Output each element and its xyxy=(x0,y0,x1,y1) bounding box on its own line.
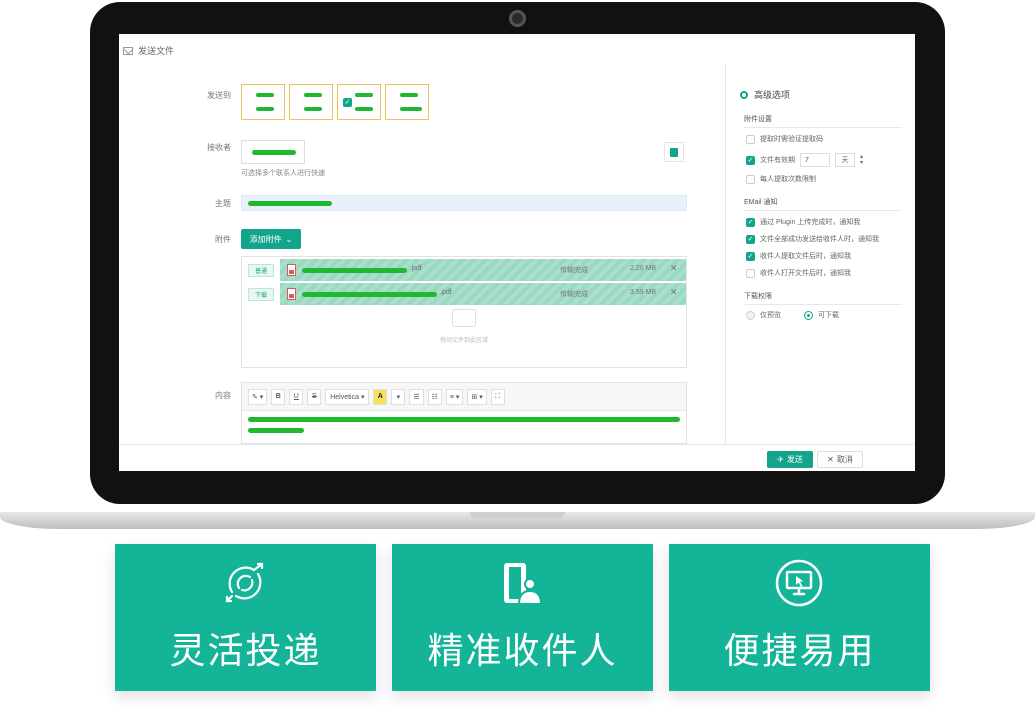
radio-preview-only[interactable] xyxy=(746,310,755,320)
option-expiry[interactable]: ✓ 文件有效期 7 天 ▴ ▾ xyxy=(746,153,866,167)
radio-downloadable[interactable] xyxy=(804,310,813,320)
cancel-button[interactable]: ✕ 取消 xyxy=(817,451,863,468)
webcam-icon xyxy=(509,10,526,27)
window-title-text: 发送文件 xyxy=(138,46,175,56)
close-icon: ✕ xyxy=(827,455,834,464)
align-select[interactable]: ≡ ▾ xyxy=(445,388,464,405)
send-form: 发送到 ✓ 接收者 可选择多个联系人进行快速 主题 附件 添加附件 ⌄ 普通 .… xyxy=(119,64,725,444)
laptop-base-notch xyxy=(470,512,565,518)
expiry-unit: 天 xyxy=(835,153,855,167)
feature-tile-flexible-delivery: 灵活投递 xyxy=(115,544,376,691)
expiry-days-input[interactable]: 7 xyxy=(800,153,830,167)
checkbox-require-code[interactable] xyxy=(746,134,755,144)
section-attachment-settings: 附件设置 xyxy=(744,114,902,128)
mail-icon xyxy=(123,46,133,55)
feature-tile-easy-to-use: 便捷易用 xyxy=(669,544,930,691)
check-icon: ✓ xyxy=(343,98,352,107)
attachment-list[interactable]: 普通 .pdf 传输完成 2.20 MB ✕ 下载 .pdf 传输完成 3.59… xyxy=(241,256,687,368)
text-color-button[interactable]: A xyxy=(373,388,388,405)
send-mode-label: 发送到 xyxy=(207,91,231,100)
attachment-size: 2.20 MB xyxy=(630,265,657,272)
ordered-list-button[interactable]: ☷ xyxy=(427,388,442,405)
section-email-notify: EMail 通知 xyxy=(744,197,902,211)
option-limit-extract[interactable]: 每人提取次数限制 xyxy=(746,174,816,184)
option-notify-3[interactable]: ✓ 收件人提取文件后时，通知我 xyxy=(746,251,851,261)
upload-drop-icon xyxy=(452,309,476,327)
add-attachment-label: 添加附件 xyxy=(249,234,282,244)
option-notify-2[interactable]: ✓ 文件全部成功发送给收件人时，通知我 xyxy=(746,234,879,244)
attachment-status: 传输完成 xyxy=(560,291,588,298)
rich-text-editor[interactable]: ✎ ▾ B U S Helvetica ▾ A ▾ ☰ ☷ ≡ ▾ ⊞ ▾ ⛶ xyxy=(241,382,687,444)
attachment-tag[interactable]: 普通 xyxy=(248,263,274,277)
pdf-file-icon xyxy=(287,288,296,300)
subject-label: 主题 xyxy=(215,199,231,208)
pdf-file-icon xyxy=(287,264,296,276)
attachment-tag[interactable]: 下载 xyxy=(248,287,274,301)
contact-book-button[interactable] xyxy=(664,142,684,162)
body-label: 内容 xyxy=(215,391,231,400)
attachment-ext: .pdf xyxy=(410,265,422,272)
flexible-delivery-icon xyxy=(225,562,264,603)
remove-attachment-icon[interactable]: ✕ xyxy=(670,287,678,298)
attachment-row-2[interactable]: 下载 .pdf 传输完成 3.59 MB ✕ xyxy=(242,283,686,305)
send-mode-option-1[interactable] xyxy=(241,84,285,120)
tile-label: 便捷易用 xyxy=(723,631,876,672)
advanced-options-title: 高级选项 xyxy=(740,88,790,101)
checkbox-expiry[interactable]: ✓ xyxy=(746,155,755,165)
table-insert-button[interactable]: ⊞ ▾ xyxy=(467,388,487,405)
section-download-permission: 下载权限 xyxy=(744,291,902,305)
pen-tool-button[interactable]: ✎ ▾ xyxy=(248,388,268,405)
checkbox-notify-4[interactable] xyxy=(746,268,755,278)
subject-input[interactable] xyxy=(241,195,687,211)
underline-button[interactable]: U xyxy=(289,388,304,405)
remove-attachment-icon[interactable]: ✕ xyxy=(670,263,678,274)
chevron-down-icon: ⌄ xyxy=(285,234,293,244)
attachment-status: 传输完成 xyxy=(560,267,588,274)
send-mode-option-4[interactable] xyxy=(385,84,429,120)
tile-label: 灵活投递 xyxy=(169,631,322,672)
bold-button[interactable]: B xyxy=(271,388,286,405)
send-mode-option-2[interactable] xyxy=(289,84,333,120)
fullscreen-button[interactable]: ⛶ xyxy=(490,388,505,405)
drop-hint: 拖动文件到此区域 xyxy=(440,338,489,344)
attachment-row-1[interactable]: 普通 .pdf 传输完成 2.20 MB ✕ xyxy=(242,259,686,281)
send-icon: ✈ xyxy=(777,455,784,464)
easy-to-use-icon xyxy=(775,559,823,607)
send-button[interactable]: ✈ 发送 xyxy=(767,451,813,468)
font-family-select[interactable]: Helvetica ▾ xyxy=(325,388,370,405)
checkbox-notify-3[interactable]: ✓ xyxy=(746,251,755,261)
window-title: 发送文件 xyxy=(123,44,174,57)
option-permission: 仅预览 可下载 xyxy=(746,310,839,320)
advanced-options-panel: 高级选项 附件设置 提取时需验证提取码 ✓ 文件有效期 7 天 ▴ ▾ 每人提取次… xyxy=(725,64,915,444)
feature-tile-precise-recipient: 精准收件人 xyxy=(392,544,653,691)
recipients-hint: 可选择多个联系人进行快速 xyxy=(241,170,325,177)
option-notify-1[interactable]: ✓ 通过 Plugin 上传完成时，通知我 xyxy=(746,217,860,227)
checkbox-notify-2[interactable]: ✓ xyxy=(746,234,755,244)
strikethrough-button[interactable]: S xyxy=(307,388,322,405)
recipient-chip[interactable] xyxy=(241,140,305,164)
send-mode-option-3[interactable]: ✓ xyxy=(337,84,381,120)
gear-icon xyxy=(740,90,748,99)
checkbox-limit-extract[interactable] xyxy=(746,174,755,184)
app-screen: 发送文件 发送到 ✓ 接收者 可选择多个联系人进行快速 主题 附件 添加附件 ⌄… xyxy=(119,34,915,471)
contact-book-icon xyxy=(670,147,678,157)
recipients-label: 接收者 xyxy=(207,143,231,152)
unordered-list-button[interactable]: ☰ xyxy=(409,388,424,405)
attachment-ext: .pdf xyxy=(440,289,452,296)
precise-recipient-icon xyxy=(504,563,543,605)
option-notify-4[interactable]: 收件人打开文件后时，通知我 xyxy=(746,268,851,278)
text-color-dropdown[interactable]: ▾ xyxy=(391,388,406,405)
dialog-footer: ✈ 发送 ✕ 取消 xyxy=(119,444,915,471)
editor-toolbar: ✎ ▾ B U S Helvetica ▾ A ▾ ☰ ☷ ≡ ▾ ⊞ ▾ ⛶ xyxy=(242,383,686,411)
stepper-arrows-icon[interactable]: ▴ ▾ xyxy=(860,154,866,166)
add-attachment-button[interactable]: 添加附件 ⌄ xyxy=(241,229,301,249)
tile-label: 精准收件人 xyxy=(427,631,618,672)
checkbox-notify-1[interactable]: ✓ xyxy=(746,217,755,227)
option-require-code[interactable]: 提取时需验证提取码 xyxy=(746,134,823,144)
attachment-size: 3.59 MB xyxy=(630,289,657,296)
attachments-label: 附件 xyxy=(215,235,231,244)
